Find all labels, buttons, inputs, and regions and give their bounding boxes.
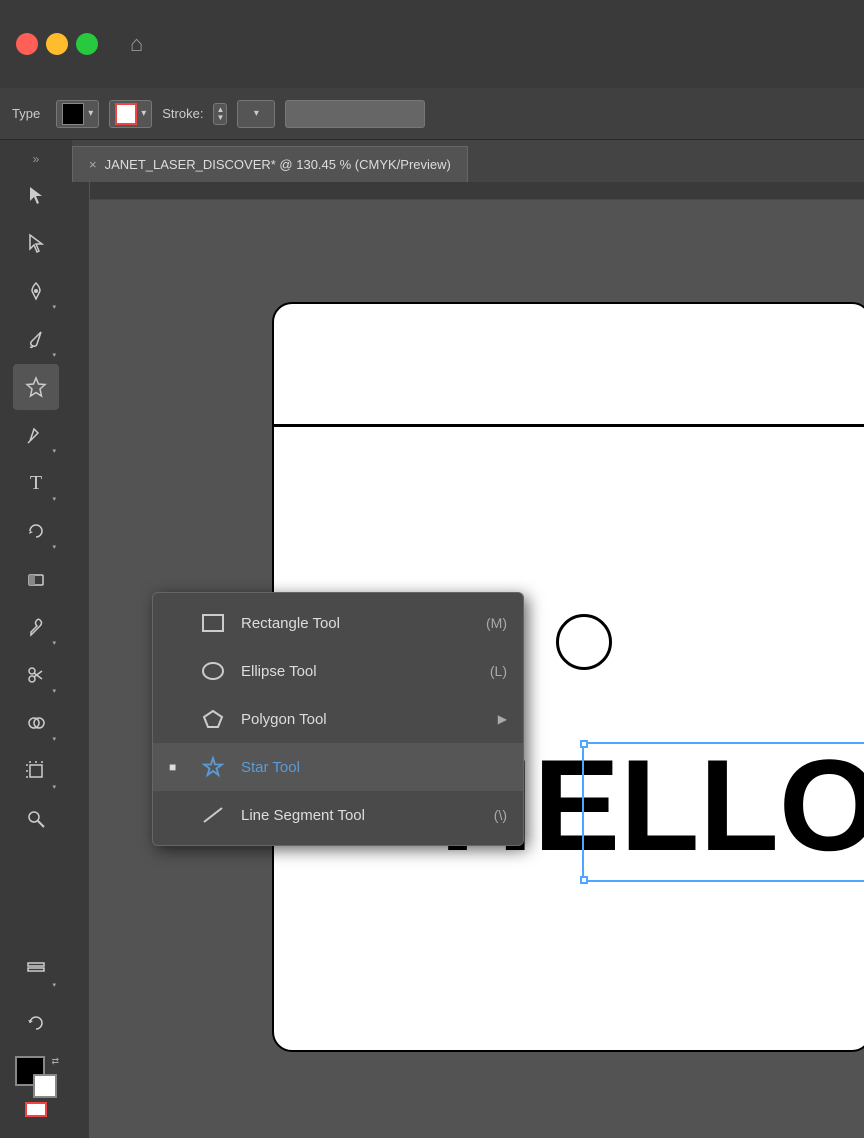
ellipse-tool-shortcut: (L) xyxy=(490,663,507,679)
tool-corner-arrow: ▾ xyxy=(52,639,56,647)
minimize-button[interactable] xyxy=(46,33,68,55)
scissors-tool-button[interactable]: ▾ xyxy=(13,652,59,698)
tool-corner-arrow: ▾ xyxy=(52,735,56,743)
fg-bg-swatch[interactable]: ⇄ xyxy=(15,1056,57,1098)
canvas-wrapper[interactable]: HELLO Rectangle Tool xyxy=(72,182,864,1138)
none-swatch[interactable] xyxy=(21,1102,51,1122)
stroke-fill-dropdown-arrow: ▾ xyxy=(141,108,146,119)
tab-bar: × JANET_LASER_DISCOVER* @ 130.45 % (CMYK… xyxy=(72,140,864,182)
tool-corner-arrow: ▾ xyxy=(52,495,56,503)
line-segment-tool-shortcut: (\) xyxy=(494,807,507,823)
maximize-button[interactable] xyxy=(76,33,98,55)
type-tool-label: T xyxy=(30,472,42,495)
rectangle-tool-shortcut: (M) xyxy=(486,615,507,631)
tool-corner-arrow: ▾ xyxy=(52,351,56,359)
tool-corner-arrow: ▾ xyxy=(52,981,56,989)
menu-item-line-segment-tool[interactable]: Line Segment Tool (\) xyxy=(153,791,523,839)
context-menu: Rectangle Tool (M) Ellipse Tool (L) xyxy=(152,592,524,846)
artboard-top-line xyxy=(272,424,864,427)
stroke-dropdown-arrow: ▾ xyxy=(254,108,259,119)
pen-tool-button[interactable]: ▾ xyxy=(13,268,59,314)
ellipse-tool-icon xyxy=(199,657,227,685)
menu-item-rectangle-tool[interactable]: Rectangle Tool (M) xyxy=(153,599,523,647)
shape-builder-tool-button[interactable]: ▾ xyxy=(13,700,59,746)
menu-item-polygon-tool[interactable]: Polygon Tool ▶ xyxy=(153,695,523,743)
title-bar: ⌂ xyxy=(0,0,864,88)
close-button[interactable] xyxy=(16,33,38,55)
star-tool-icon xyxy=(199,753,227,781)
ruler-top xyxy=(90,182,864,200)
rotate-tool-button[interactable]: ▾ xyxy=(13,508,59,554)
undo-button[interactable] xyxy=(13,1000,59,1046)
type-tool-button[interactable]: T ▾ xyxy=(13,460,59,506)
ellipse-tool-label: Ellipse Tool xyxy=(241,663,476,680)
ruler-left xyxy=(72,182,90,1138)
color-boxes: ▾ ⇄ xyxy=(13,946,59,1130)
selection-tool-button[interactable] xyxy=(13,172,59,218)
polygon-tool-label: Polygon Tool xyxy=(241,711,484,728)
fill-color-button[interactable]: ▾ xyxy=(56,100,99,128)
stroke-spinner[interactable]: ▲ ▼ xyxy=(213,103,227,125)
menu-check-star: ■ xyxy=(169,760,185,774)
top-toolbar: Type ▾ ▾ Stroke: ▲ ▼ ▾ xyxy=(0,88,864,140)
eraser-tool-button[interactable] xyxy=(13,556,59,602)
traffic-lights xyxy=(16,33,98,55)
canvas-area: × JANET_LASER_DISCOVER* @ 130.45 % (CMYK… xyxy=(72,140,864,1138)
home-icon[interactable]: ⌂ xyxy=(130,31,143,57)
brush-tool-button[interactable]: ▾ xyxy=(13,316,59,362)
menu-item-ellipse-tool[interactable]: Ellipse Tool (L) xyxy=(153,647,523,695)
tool-corner-arrow: ▾ xyxy=(52,543,56,551)
main-area: » ▾ ▾ ▾ xyxy=(0,140,864,1138)
swap-colors-icon[interactable]: ⇄ xyxy=(51,1056,59,1067)
circle-shape xyxy=(556,614,612,670)
rectangle-tool-icon xyxy=(199,609,227,637)
line-segment-tool-label: Line Segment Tool xyxy=(241,807,480,824)
star-tool-label: Star Tool xyxy=(241,759,507,776)
polygon-tool-icon xyxy=(199,705,227,733)
layers-button[interactable]: ▾ xyxy=(13,946,59,992)
stroke-value-field xyxy=(285,100,425,128)
none-swatch-inner xyxy=(25,1102,47,1117)
tool-corner-arrow: ▾ xyxy=(52,447,56,455)
fill-dropdown-arrow: ▾ xyxy=(88,108,93,119)
background-swatch[interactable] xyxy=(33,1074,57,1098)
artboard-tool-button[interactable]: ▾ xyxy=(13,748,59,794)
tool-corner-arrow: ▾ xyxy=(52,783,56,791)
left-toolbar: » ▾ ▾ ▾ xyxy=(0,140,72,1138)
expand-panel-icon[interactable]: » xyxy=(29,148,44,170)
stroke-label: Stroke: xyxy=(162,106,203,121)
shape-tool-button[interactable] xyxy=(13,364,59,410)
fill-swatch xyxy=(62,103,84,125)
tab-title: JANET_LASER_DISCOVER* @ 130.45 % (CMYK/P… xyxy=(105,157,451,172)
polygon-submenu-arrow: ▶ xyxy=(498,712,507,726)
menu-item-star-tool[interactable]: ■ Star Tool xyxy=(153,743,523,791)
stroke-fill-button[interactable]: ▾ xyxy=(109,100,152,128)
pencil-tool-button[interactable]: ▾ xyxy=(13,412,59,458)
eyedropper-tool-button[interactable]: ▾ xyxy=(13,604,59,650)
stroke-dropdown-button[interactable]: ▾ xyxy=(237,100,275,128)
document-tab[interactable]: × JANET_LASER_DISCOVER* @ 130.45 % (CMYK… xyxy=(72,146,468,182)
tool-corner-arrow: ▾ xyxy=(52,687,56,695)
type-label: Type xyxy=(12,106,40,121)
rectangle-tool-label: Rectangle Tool xyxy=(241,615,472,632)
tool-corner-arrow: ▾ xyxy=(52,303,56,311)
no-fill-icon xyxy=(115,103,137,125)
tab-close-button[interactable]: × xyxy=(89,157,97,172)
line-segment-tool-icon xyxy=(199,801,227,829)
zoom-tool-button[interactable] xyxy=(13,796,59,842)
spinner-down-arrow[interactable]: ▼ xyxy=(216,114,224,122)
direct-select-tool-button[interactable] xyxy=(13,220,59,266)
